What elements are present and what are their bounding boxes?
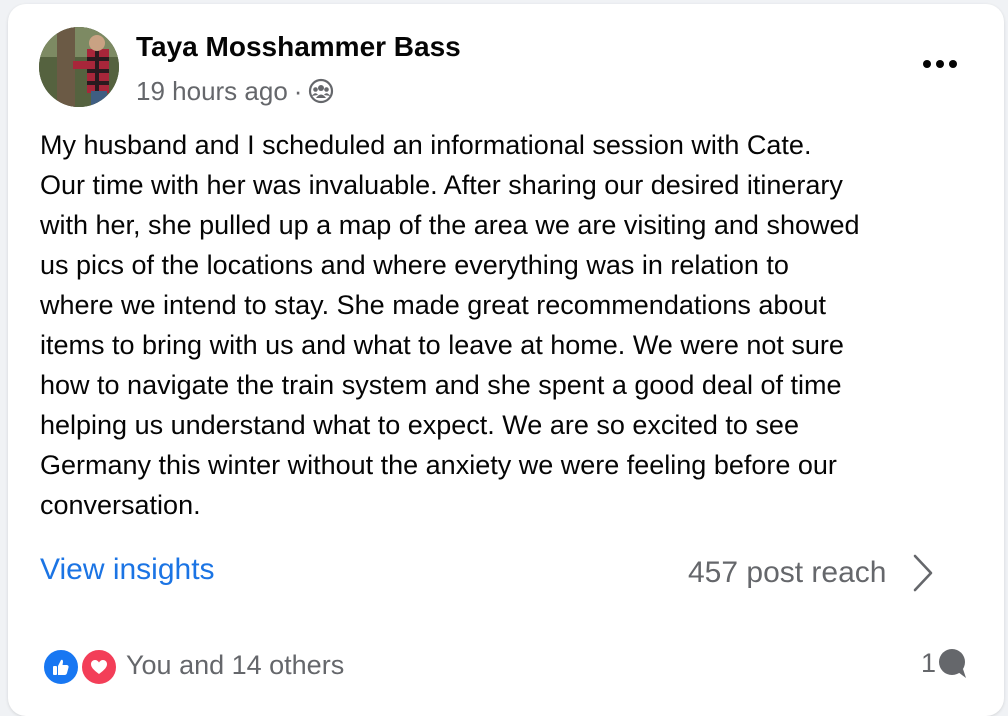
post-reach-label: 457 post reach bbox=[688, 556, 887, 589]
post-body-line: Germany this winter without the anxiety … bbox=[40, 450, 837, 480]
comment-count: 1 bbox=[921, 647, 937, 678]
post-reach-button[interactable]: 457 post reach bbox=[688, 553, 934, 593]
post-body-line: conversation. bbox=[40, 490, 201, 520]
post-body: My husband and I scheduled an informatio… bbox=[40, 125, 980, 525]
post-body-line: helping us understand what to expect. We… bbox=[40, 410, 799, 440]
author-name[interactable]: Taya Mosshammer Bass bbox=[136, 31, 461, 63]
post-body-line: Our time with her was invaluable. After … bbox=[40, 170, 843, 200]
post-body-line: us pics of the locations and where every… bbox=[40, 250, 789, 280]
post-body-line: where we intend to stay. She made great … bbox=[40, 290, 826, 320]
reactions-count-label: You and 14 others bbox=[126, 649, 345, 680]
avatar-photo bbox=[39, 27, 119, 107]
friends-icon[interactable] bbox=[308, 78, 334, 104]
post-timestamp[interactable]: 19 hours ago bbox=[136, 76, 288, 107]
more-options-button[interactable] bbox=[916, 48, 964, 80]
post-card: Taya Mosshammer Bass 19 hours ago · My h… bbox=[8, 4, 1004, 716]
like-icon bbox=[42, 648, 80, 686]
reaction-icons bbox=[42, 645, 126, 686]
comment-bubble-icon bbox=[939, 649, 967, 678]
chevron-right-icon bbox=[914, 554, 933, 592]
post-body-line: items to bring with us and what to leave… bbox=[40, 330, 844, 360]
comments-count-button[interactable]: 1 bbox=[921, 647, 968, 679]
post-body-line: with her, she pulled up a map of the are… bbox=[40, 210, 860, 240]
reactions-summary[interactable]: You and 14 others bbox=[42, 645, 345, 686]
post-body-line: how to navigate the train system and she… bbox=[40, 370, 842, 400]
author-avatar[interactable] bbox=[39, 27, 119, 107]
view-insights-link[interactable]: View insights bbox=[40, 553, 215, 587]
post-body-line: My husband and I scheduled an informatio… bbox=[40, 130, 812, 160]
love-icon bbox=[80, 648, 118, 686]
post-meta: 19 hours ago · bbox=[136, 74, 334, 108]
more-horizontal-icon bbox=[923, 60, 957, 68]
meta-separator: · bbox=[293, 75, 303, 106]
